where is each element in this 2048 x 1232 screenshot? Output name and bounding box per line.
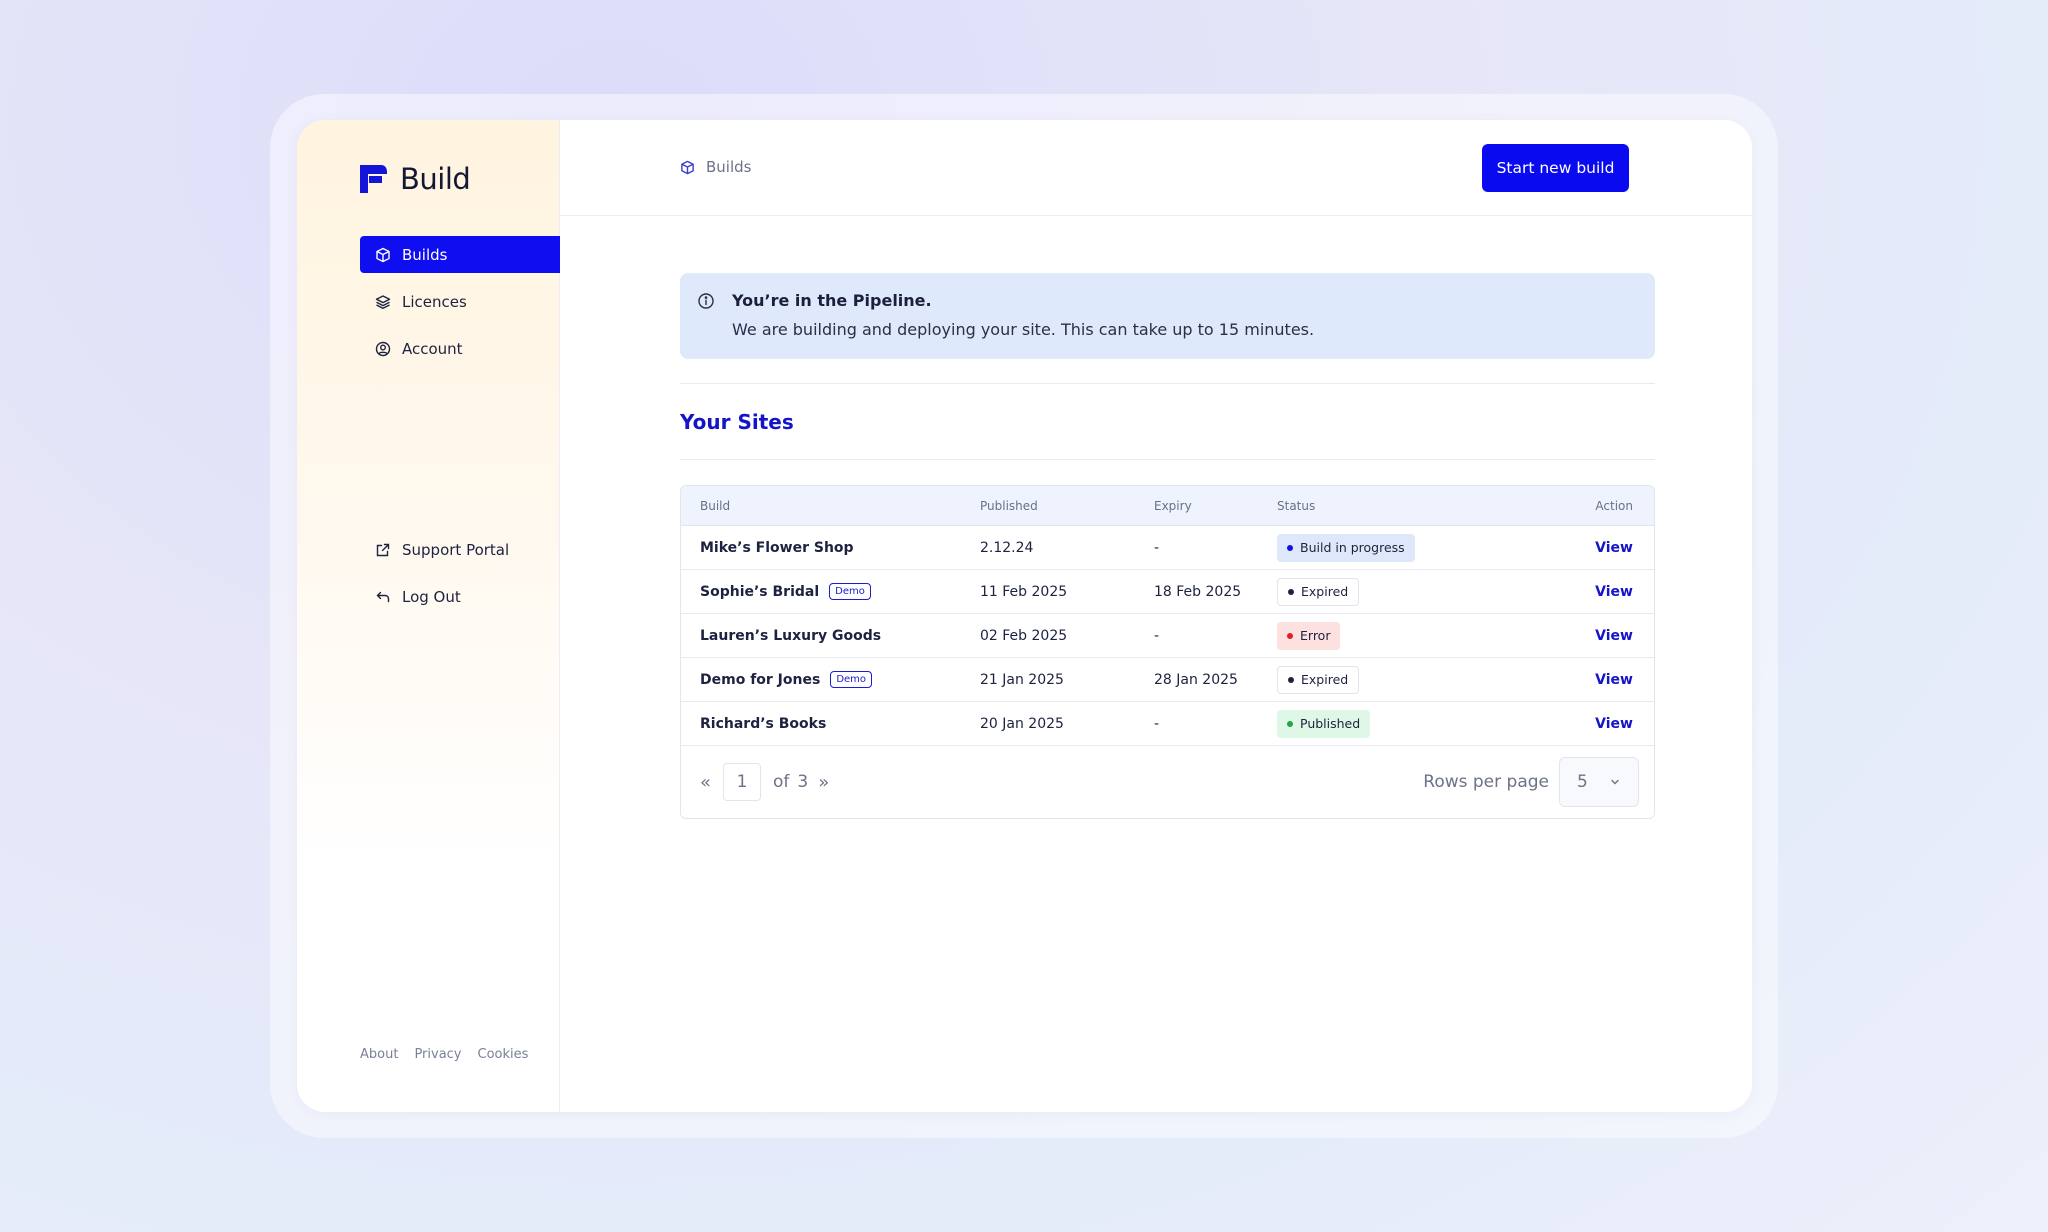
divider (680, 383, 1655, 384)
expiry-date: 28 Jan 2025 (1154, 671, 1238, 688)
user-circle-icon (375, 341, 391, 356)
table-row: Richard’s Books 20 Jan 2025 - Published … (681, 702, 1654, 746)
cube-icon (376, 247, 390, 262)
status-dot (1287, 720, 1293, 727)
expiry-date: - (1154, 539, 1160, 556)
breadcrumb[interactable]: Builds (680, 158, 751, 176)
breadcrumb-label: Builds (706, 158, 752, 176)
site-name: Demo for Jones (700, 671, 821, 688)
site-name: Mike’s Flower Shop (700, 539, 854, 556)
table-row: Lauren’s Luxury Goods 02 Feb 2025 - Erro… (681, 614, 1654, 658)
status-badge: Expired (1277, 577, 1360, 606)
footer-link-about[interactable]: About (360, 1047, 398, 1062)
sidebar-item-label: Licences (402, 292, 467, 311)
page-of-label: of (773, 772, 790, 792)
demo-badge: Demo (830, 671, 873, 688)
alert-title: You’re in the Pipeline. (732, 291, 932, 310)
sidebar-item-label: Builds (402, 245, 448, 264)
sidebar-item-licences[interactable]: Licences (360, 283, 560, 320)
status-dot (1287, 544, 1293, 551)
rows-per-page: Rows per page 5 (1423, 757, 1639, 807)
section-title: Your Sites (680, 410, 794, 434)
status-badge: Expired (1277, 665, 1360, 694)
rows-per-page-label: Rows per page (1423, 772, 1549, 792)
undo-arrow-icon (376, 591, 390, 602)
expiry-date: 18 Feb 2025 (1154, 583, 1242, 600)
sidebar-item-label: Support Portal (402, 540, 510, 559)
footer-links: About Privacy Cookies (360, 1047, 528, 1062)
table-row: Mike’s Flower Shop 2.12.24 - Build in pr… (681, 526, 1654, 570)
page-number-input[interactable]: 1 (723, 763, 762, 801)
published-date: 02 Feb 2025 (980, 627, 1068, 644)
status-dot (1288, 676, 1294, 683)
demo-badge: Demo (829, 583, 871, 600)
sidebar: Build Builds Licences Account Support Po… (297, 120, 560, 1112)
footer-link-privacy[interactable]: Privacy (414, 1047, 461, 1062)
rows-per-page-value: 5 (1577, 772, 1588, 792)
sidebar-item-label: Log Out (402, 587, 461, 606)
cube-icon (681, 160, 694, 174)
previous-page-button[interactable]: « (700, 772, 711, 793)
column-header-status[interactable]: Status (1277, 499, 1560, 513)
main-content: You’re in the Pipeline. We are building … (680, 273, 1655, 819)
total-pages: 3 (797, 772, 809, 792)
footer-link-cookies[interactable]: Cookies (478, 1047, 529, 1062)
sidebar-item-account[interactable]: Account (360, 330, 560, 367)
topbar: Builds Start new build (560, 120, 1752, 216)
published-date: 21 Jan 2025 (980, 671, 1064, 688)
expiry-date: - (1154, 715, 1160, 732)
view-link[interactable]: View (1595, 716, 1633, 732)
column-header-action: Action (1595, 498, 1633, 513)
site-name: Lauren’s Luxury Goods (700, 627, 882, 644)
published-date: 20 Jan 2025 (980, 715, 1064, 732)
status-label: Expired (1301, 584, 1349, 599)
status-label: Published (1300, 716, 1361, 731)
pipeline-alert: You’re in the Pipeline. We are building … (680, 273, 1655, 359)
info-icon (698, 293, 714, 309)
published-date: 2.12.24 (980, 539, 1034, 556)
sidebar-item-builds[interactable]: Builds (360, 236, 560, 273)
sidebar-item-label: Account (402, 339, 463, 358)
primary-nav: Builds Licences Account (360, 236, 560, 377)
sites-table: Build Published Expiry Status Action Mik… (680, 485, 1655, 819)
column-header-published[interactable]: Published (980, 499, 1154, 513)
status-label: Error (1300, 628, 1331, 643)
column-header-expiry[interactable]: Expiry (1154, 499, 1277, 513)
app-name: Build (400, 162, 471, 196)
alert-body: We are building and deploying your site.… (732, 320, 1315, 339)
chevron-down-icon (1611, 779, 1619, 785)
status-label: Build in progress (1300, 540, 1405, 555)
logo-mark-icon (360, 165, 387, 193)
status-dot (1287, 632, 1293, 639)
view-link[interactable]: View (1595, 672, 1633, 688)
logo[interactable]: Build (360, 162, 471, 196)
column-header-build[interactable]: Build (681, 499, 980, 513)
start-new-build-button[interactable]: Start new build (1482, 144, 1629, 192)
view-link[interactable]: View (1595, 540, 1633, 556)
site-name: Richard’s Books (700, 715, 827, 732)
app-window: Build Builds Licences Account Support Po… (297, 120, 1752, 1112)
table-header: Build Published Expiry Status Action (681, 486, 1654, 526)
status-badge: Build in progress (1277, 533, 1415, 562)
sidebar-item-support-portal[interactable]: Support Portal (360, 531, 560, 568)
site-name: Sophie’s Bridal (700, 583, 820, 600)
status-badge: Published (1277, 709, 1371, 738)
status-label: Expired (1301, 672, 1349, 687)
layers-icon (375, 294, 391, 309)
sidebar-item-log-out[interactable]: Log Out (360, 578, 560, 615)
published-date: 11 Feb 2025 (980, 583, 1068, 600)
table-row: Sophie’s Bridal Demo 11 Feb 2025 18 Feb 2… (681, 570, 1654, 614)
table-row: Demo for Jones Demo 21 Jan 2025 28 Jan 20… (681, 658, 1654, 702)
divider (680, 459, 1655, 460)
pagination: « 1 of 3 » Rows per page 5 (681, 746, 1654, 818)
view-link[interactable]: View (1595, 628, 1633, 644)
next-page-button[interactable]: » (818, 772, 829, 793)
secondary-nav: Support Portal Log Out (360, 531, 560, 625)
expiry-date: - (1154, 627, 1160, 644)
external-link-icon (376, 543, 390, 556)
status-dot (1288, 588, 1294, 595)
status-badge: Error (1277, 621, 1341, 650)
view-link[interactable]: View (1595, 584, 1633, 600)
rows-per-page-select[interactable]: 5 (1559, 757, 1639, 807)
